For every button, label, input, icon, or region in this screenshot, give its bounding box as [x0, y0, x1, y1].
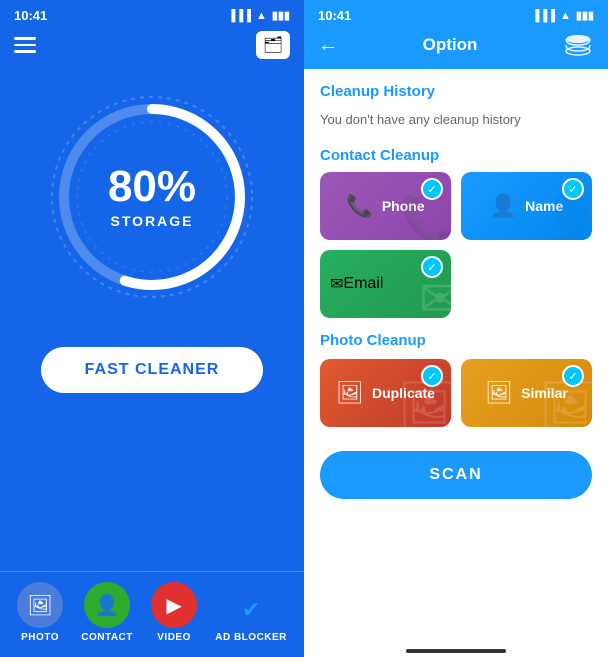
bottom-indicator — [304, 641, 608, 657]
name-card-icon: 👤 — [490, 193, 517, 219]
name-bg-pattern: 👤 — [540, 191, 592, 240]
photo-nav-icon: 🖼 — [17, 582, 63, 628]
adblocker-icon: ✔ — [233, 592, 269, 628]
similar-check: ✓ — [562, 365, 584, 387]
option-title: Option — [423, 35, 478, 55]
name-card[interactable]: 👤 👤 Name ✓ — [461, 172, 592, 240]
similar-card[interactable]: 🖼 🖼 Similar ✓ — [461, 359, 592, 427]
right-content: Cleanup History You don't have any clean… — [304, 69, 608, 641]
nav-item-adblocker[interactable]: ✔ AD BLOCKER — [215, 592, 287, 643]
photo-nav-label: PHOTO — [21, 632, 59, 643]
adblocker-label: AD BLOCKER — [215, 632, 287, 643]
fast-cleaner-button[interactable]: FAST CLEANER — [41, 347, 264, 393]
signal-icon-right: ▐▐▐ — [532, 10, 555, 22]
email-card[interactable]: ✉ ✉ Email ✓ — [320, 250, 451, 318]
storage-percent: 80% — [108, 165, 196, 209]
bottom-nav: 🖼 PHOTO 👤 CONTACT ▶ VIDEO ✔ AD BLOCKER — [0, 571, 304, 657]
contact-nav-label: CONTACT — [81, 632, 133, 643]
cleanup-history-title: Cleanup History — [320, 83, 592, 100]
right-panel: 10:41 ▐▐▐ ▲ ▮▮▮ ← Option Cleanup History… — [304, 0, 608, 657]
photo-cleanup-grid: 🖼 🖼 Duplicate ✓ 🖼 🖼 Similar ✓ — [320, 359, 592, 427]
photo-cleanup-title: Photo Cleanup — [320, 332, 592, 349]
status-icons-right: ▐▐▐ ▲ ▮▮▮ — [532, 9, 594, 22]
storage-label: STORAGE — [108, 213, 196, 229]
duplicate-card-icon: 🖼 — [336, 380, 364, 406]
video-nav-icon: ▶ — [151, 582, 197, 628]
status-bar-right: 10:41 ▐▐▐ ▲ ▮▮▮ — [304, 0, 608, 27]
nav-item-photo[interactable]: 🖼 PHOTO — [17, 582, 63, 643]
time-left: 10:41 — [14, 8, 47, 23]
duplicate-card[interactable]: 🖼 🖼 Duplicate ✓ — [320, 359, 451, 427]
time-right: 10:41 — [318, 8, 351, 23]
wallet-icon[interactable] — [256, 31, 290, 59]
home-indicator — [406, 649, 506, 653]
wifi-icon-right: ▲ — [560, 10, 571, 22]
db-icon — [562, 31, 594, 59]
email-check: ✓ — [421, 256, 443, 278]
phone-card[interactable]: 📞 📞 Phone ✓ — [320, 172, 451, 240]
storage-circle: 80% STORAGE — [42, 87, 262, 307]
name-check: ✓ — [562, 178, 584, 200]
contact-cleanup-title: Contact Cleanup — [320, 147, 592, 164]
email-card-label: Email — [343, 275, 383, 293]
email-row: ✉ ✉ Email ✓ — [320, 250, 592, 318]
phone-bg-pattern: 📞 — [399, 191, 451, 240]
left-panel: 10:41 ▐▐▐ ▲ ▮▮▮ 80% STORAGE FAST CLEANER — [0, 0, 304, 657]
contact-nav-icon: 👤 — [84, 582, 130, 628]
phone-card-icon: 📞 — [346, 193, 373, 219]
duplicate-bg-pattern: 🖼 — [398, 378, 451, 427]
storage-info: 80% STORAGE — [108, 165, 196, 229]
status-bar-left: 10:41 ▐▐▐ ▲ ▮▮▮ — [0, 0, 304, 27]
wifi-icon: ▲ — [256, 10, 267, 22]
phone-check: ✓ — [421, 178, 443, 200]
scan-button[interactable]: SCAN — [320, 451, 592, 499]
battery-icon-right: ▮▮▮ — [576, 9, 594, 22]
video-nav-label: VIDEO — [157, 632, 191, 643]
contact-cleanup-grid: 📞 📞 Phone ✓ 👤 👤 Name ✓ — [320, 172, 592, 240]
cleanup-history-empty: You don't have any cleanup history — [320, 108, 592, 131]
similar-card-icon: 🖼 — [485, 380, 513, 406]
back-button[interactable]: ← — [318, 34, 338, 57]
duplicate-check: ✓ — [421, 365, 443, 387]
nav-item-contact[interactable]: 👤 CONTACT — [81, 582, 133, 643]
similar-bg-pattern: 🖼 — [539, 378, 592, 427]
option-bar: ← Option — [304, 27, 608, 69]
top-bar-left — [0, 27, 304, 67]
signal-icon: ▐▐▐ — [228, 10, 251, 22]
email-card-icon: ✉ — [330, 274, 343, 294]
battery-icon: ▮▮▮ — [272, 9, 290, 22]
menu-button[interactable] — [14, 37, 36, 53]
nav-item-video[interactable]: ▶ VIDEO — [151, 582, 197, 643]
status-icons-left: ▐▐▐ ▲ ▮▮▮ — [228, 9, 290, 22]
